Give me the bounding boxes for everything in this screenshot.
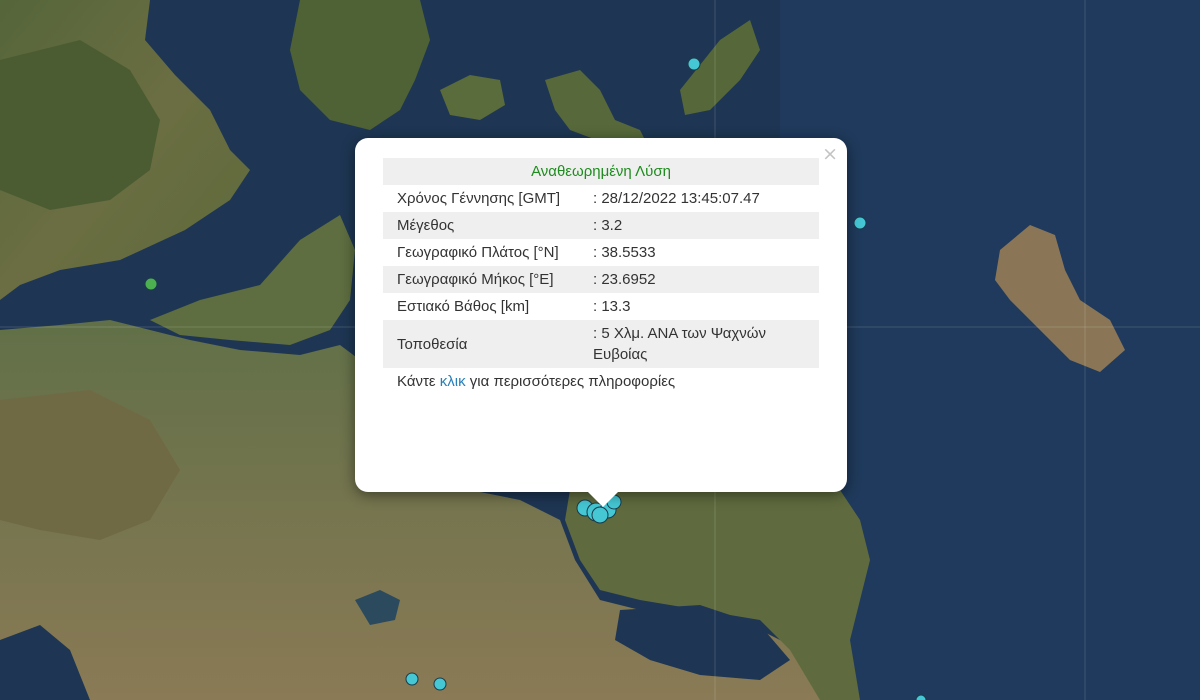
info-value: : 38.5533 [593,244,656,261]
more-info-link[interactable]: κλικ [440,373,466,390]
info-row-depth: Εστιακό Βάθος [km] : 13.3 [383,293,819,320]
info-row-longitude: Γεωγραφικό Μήκος [°E] : 23.6952 [383,266,819,293]
info-value: : 13.3 [593,298,631,315]
earthquake-info-table: Αναθεωρημένη Λύση Χρόνος Γέννησης [GMT] … [383,158,819,368]
info-label: Γεωγραφικό Μήκος [°E] [383,266,579,293]
info-label: Μέγεθος [383,212,579,239]
info-label: Τοποθεσία [383,320,579,368]
more-info-text: Κάντε κλικ για περισσότερες πληροφορίες [383,373,819,390]
info-label: Εστιακό Βάθος [km] [397,298,530,315]
earthquake-marker[interactable] [433,677,447,691]
info-value: : 5 Χλμ. ΑΝΑ των Ψαχνών Ευβοίας [579,320,819,368]
earthquake-marker[interactable] [853,216,867,230]
info-row-latitude: Γεωγραφικό Πλάτος [°N] : 38.5533 [383,239,819,266]
more-info-prefix: Κάντε [397,373,440,390]
popup-tip [587,491,619,507]
earthquake-popup: × Αναθεωρημένη Λύση Χρόνος Γέννησης [GMT… [355,138,847,507]
info-row-location: Τοποθεσία : 5 Χλμ. ΑΝΑ των Ψαχνών Ευβοία… [383,320,819,368]
close-icon[interactable]: × [822,144,838,164]
popup-title: Αναθεωρημένη Λύση [383,158,819,185]
info-value: : 3.2 [579,212,819,239]
info-value: : 23.6952 [579,266,819,293]
info-label: Χρόνος Γέννησης [GMT] [397,190,561,207]
popup-title-row: Αναθεωρημένη Λύση [383,158,819,185]
more-info-suffix: για περισσότερες πληροφορίες [465,373,676,390]
info-label: Γεωγραφικό Πλάτος [°N] [397,244,559,261]
earthquake-marker[interactable] [405,672,419,686]
info-row-origin-time: Χρόνος Γέννησης [GMT] : 28/12/2022 13:45… [383,185,819,212]
earthquake-marker[interactable] [687,57,701,71]
earthquake-marker[interactable] [144,277,158,291]
info-value: : 28/12/2022 13:45:07.47 [593,190,760,207]
info-row-magnitude: Μέγεθος : 3.2 [383,212,819,239]
